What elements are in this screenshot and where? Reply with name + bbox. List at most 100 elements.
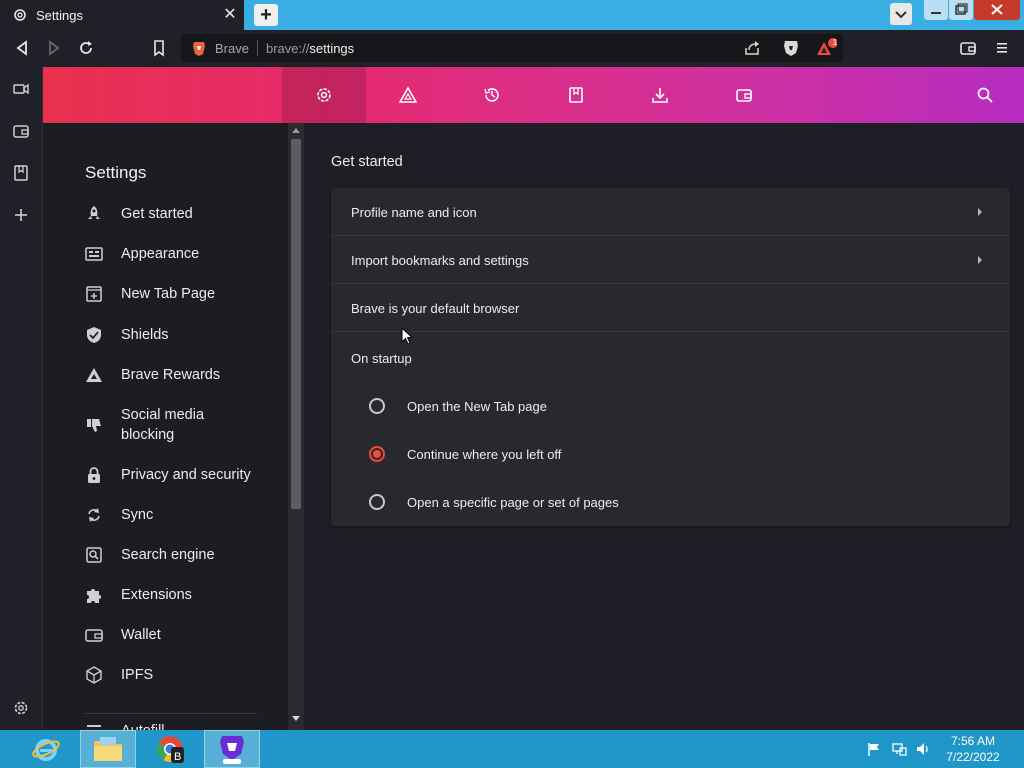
close-icon (991, 4, 1003, 15)
cube-icon (85, 666, 103, 684)
header-bookmarks-tab[interactable] (534, 67, 618, 123)
nav-label: Sync (121, 507, 154, 523)
taskbar-file-explorer[interactable] (80, 730, 136, 768)
radio-button-selected[interactable] (369, 446, 385, 462)
rewards-triangle-icon (399, 86, 417, 104)
wallet-icon[interactable] (959, 39, 977, 57)
lock-icon (85, 466, 103, 484)
add-icon[interactable] (12, 206, 30, 224)
profile-name-row[interactable]: Profile name and icon (331, 188, 1010, 236)
shields-icon[interactable] (781, 38, 801, 58)
nav-item-privacy-and-security[interactable]: Privacy and security (85, 465, 261, 485)
nav-label: Privacy and security (121, 467, 251, 483)
url-scheme: brave:// (266, 41, 310, 56)
flag-icon[interactable] (866, 741, 882, 757)
system-clock[interactable]: 7:56 AM 7/22/2022 (940, 733, 1006, 765)
radio-button[interactable] (369, 398, 385, 414)
nav-item-sync[interactable]: Sync (85, 505, 261, 525)
taskbar-brave-nightly[interactable] (204, 730, 260, 768)
header-wallet-tab[interactable] (702, 67, 786, 123)
puzzle-icon (85, 586, 103, 604)
scroll-down-icon[interactable] (292, 716, 300, 721)
import-bookmarks-row[interactable]: Import bookmarks and settings (331, 236, 1010, 284)
nav-item-new-tab-page[interactable]: New Tab Page (85, 284, 261, 304)
clock-date: 7/22/2022 (946, 750, 1000, 764)
nav-title: Settings (85, 163, 147, 182)
nav-label: Appearance (121, 246, 200, 262)
close-window-button[interactable] (974, 0, 1020, 20)
appearance-icon (85, 245, 103, 263)
browser-sidebar (0, 67, 43, 730)
menu-icon[interactable] (993, 39, 1011, 57)
nav-item-brave-rewards[interactable]: Brave Rewards (85, 365, 261, 385)
startup-option-new-tab[interactable]: Open the New Tab page (369, 398, 547, 414)
header-history-tab[interactable] (450, 67, 534, 123)
bookmark-icon[interactable] (150, 39, 168, 57)
title-bar: Settings ✕ + (0, 0, 1024, 30)
video-call-icon[interactable] (12, 80, 30, 98)
settings-main: Get started Profile name and icon Import… (305, 123, 1024, 730)
brave-nightly-icon (217, 733, 247, 765)
nav-item-autofill[interactable]: Autofill (85, 721, 261, 730)
default-browser-row: Brave is your default browser (331, 284, 1010, 332)
nav-label: Shields (121, 327, 169, 343)
tab-search-button[interactable] (890, 3, 912, 25)
back-icon[interactable] (13, 39, 31, 57)
volume-icon[interactable] (915, 741, 931, 757)
nav-item-appearance[interactable]: Appearance (85, 244, 261, 264)
nav-item-social-media-blocking[interactable]: Social media blocking (85, 405, 261, 445)
new-tab-button[interactable]: + (254, 4, 278, 26)
nav-item-get-started[interactable]: Get started (85, 204, 261, 224)
header-rewards-tab[interactable] (366, 67, 450, 123)
row-label: Import bookmarks and settings (351, 253, 529, 268)
startup-option-continue[interactable]: Continue where you left off (369, 446, 561, 462)
header-search-button[interactable] (951, 67, 1019, 123)
share-icon[interactable] (743, 39, 761, 57)
nav-label: Brave Rewards (121, 367, 221, 383)
tab-settings[interactable]: Settings ✕ (0, 0, 244, 30)
nav-scrollbar[interactable] (288, 123, 304, 730)
close-tab-button[interactable]: ✕ (222, 7, 238, 23)
nav-label: Get started (121, 206, 193, 222)
radio-button[interactable] (369, 494, 385, 510)
taskbar-ie[interactable] (18, 730, 74, 768)
omnibox-divider (257, 40, 258, 56)
nav-item-ipfs[interactable]: IPFS (85, 665, 261, 685)
wallet-icon (735, 86, 753, 104)
bookmarks-icon[interactable] (12, 164, 30, 182)
startup-option-specific-pages[interactable]: Open a specific page or set of pages (369, 494, 619, 510)
header-settings-tab[interactable] (282, 67, 366, 123)
url-text[interactable]: brave://settings (266, 41, 354, 56)
tab-title: Settings (36, 7, 83, 23)
header-downloads-tab[interactable] (618, 67, 702, 123)
settings-nav: Settings Get started Appearance New Tab … (43, 123, 288, 730)
taskbar-chrome-beta[interactable]: B (142, 730, 198, 768)
chrome-beta-icon: B (154, 733, 186, 765)
radio-label: Continue where you left off (407, 446, 562, 462)
autofill-icon (85, 722, 103, 730)
nav-item-wallet[interactable]: Wallet (85, 625, 261, 645)
forward-icon[interactable] (45, 39, 63, 57)
nav-item-shields[interactable]: Shields (85, 325, 261, 345)
reload-icon[interactable] (77, 39, 95, 57)
wallet-icon[interactable] (12, 122, 30, 140)
restore-button[interactable] (949, 0, 973, 20)
network-icon[interactable] (891, 741, 907, 757)
nav-label: Social media blocking (121, 407, 205, 443)
scroll-thumb[interactable] (291, 139, 301, 509)
chevron-right-icon (978, 208, 982, 216)
scroll-up-icon[interactable] (292, 128, 300, 133)
minimize-button[interactable] (924, 0, 948, 20)
nav-item-search-engine[interactable]: Search engine (85, 545, 261, 565)
settings-icon[interactable] (12, 699, 30, 717)
nav-label: New Tab Page (121, 286, 216, 302)
nav-item-extensions[interactable]: Extensions (85, 585, 261, 605)
row-label: Profile name and icon (351, 205, 477, 220)
rocket-icon (85, 205, 103, 223)
address-bar[interactable]: Brave brave://settings 1 (181, 34, 843, 62)
sync-icon (85, 506, 103, 524)
chevron-down-icon (895, 11, 907, 19)
startup-label: On startup (351, 351, 412, 366)
nav-label: Wallet (121, 627, 161, 643)
history-icon (483, 86, 501, 104)
